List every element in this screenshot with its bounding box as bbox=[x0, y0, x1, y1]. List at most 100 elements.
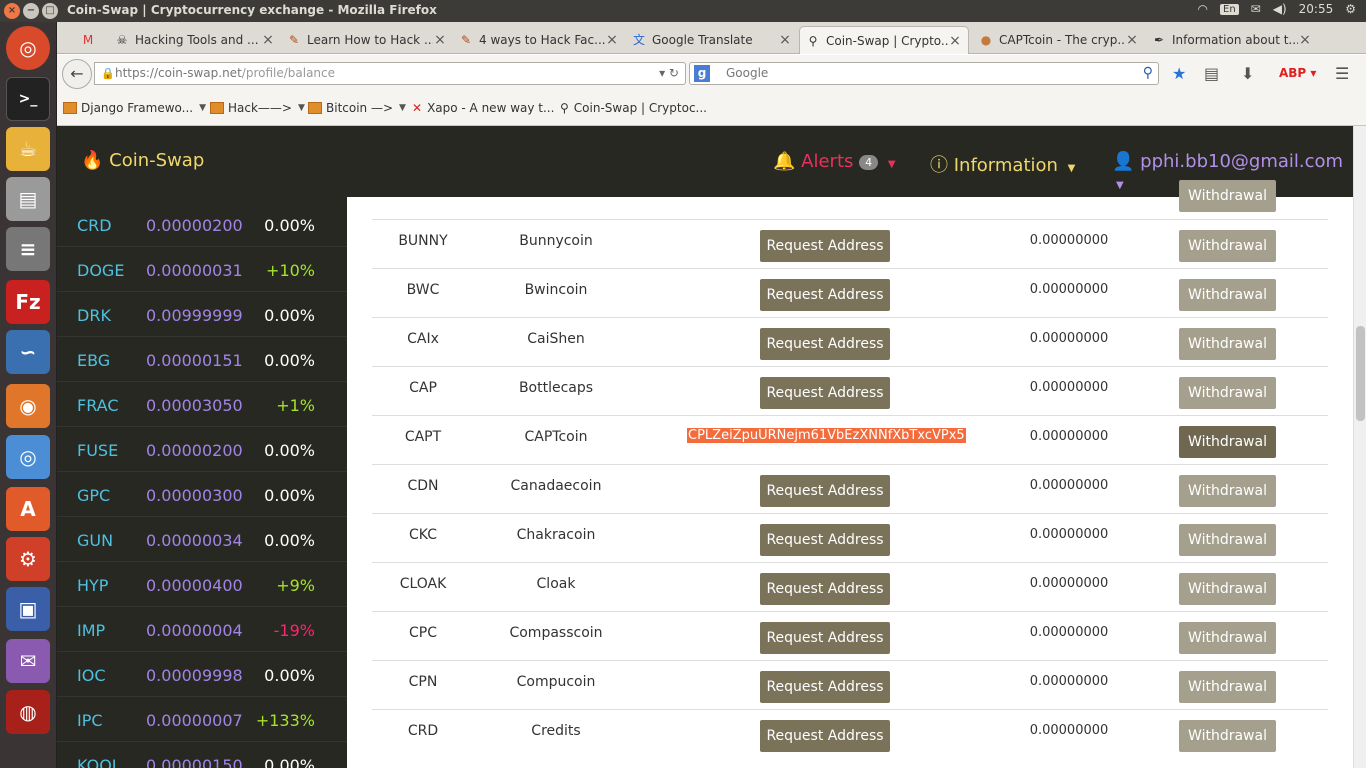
ticker-row[interactable]: EBG 0.00000151 0.00% bbox=[57, 337, 347, 382]
back-button[interactable]: ← bbox=[62, 59, 92, 89]
reading-list-icon[interactable]: ▤ bbox=[1204, 64, 1219, 83]
reload-icon[interactable]: ▾ ↻ bbox=[659, 63, 679, 84]
ticker-row[interactable]: HYP 0.00000400 +9% bbox=[57, 562, 347, 607]
terminal-icon[interactable]: >_ bbox=[6, 77, 50, 121]
scrollbar-thumb[interactable] bbox=[1356, 326, 1365, 421]
ticker-row[interactable]: FRAC 0.00003050 +1% bbox=[57, 382, 347, 427]
tab-learn-hack[interactable]: ✎ Learn How to Hack ... × bbox=[287, 26, 447, 54]
close-icon[interactable]: × bbox=[778, 32, 792, 48]
software-center-icon[interactable]: A bbox=[6, 487, 50, 531]
request-address-button[interactable]: Request Address bbox=[760, 279, 890, 311]
window-maximize-button[interactable]: □ bbox=[42, 3, 58, 19]
close-icon[interactable]: × bbox=[948, 33, 962, 49]
ticker-row[interactable]: IMP 0.00000004 -19% bbox=[57, 607, 347, 652]
tab-gmail[interactable]: M bbox=[81, 26, 101, 54]
search-bar[interactable]: g Google ⚲ bbox=[689, 62, 1159, 85]
window-minimize-button[interactable]: − bbox=[23, 3, 39, 19]
menu-icon[interactable]: ☰ bbox=[1335, 64, 1349, 83]
ticker-row[interactable]: KOOL 0.00000150 0.00% bbox=[57, 742, 347, 768]
tab-coin-swap[interactable]: ⚲ Coin-Swap | Crypto... × bbox=[799, 26, 969, 54]
request-address-button[interactable]: Request Address bbox=[760, 230, 890, 262]
close-icon[interactable]: × bbox=[605, 32, 619, 48]
tab-information[interactable]: ✒ Information about t... × bbox=[1152, 26, 1312, 54]
ticker-row[interactable]: FUSE 0.00000200 0.00% bbox=[57, 427, 347, 472]
table-row: CDN Canadaecoin Request Address 0.00000000 W… bbox=[372, 464, 1328, 513]
tab-google-translate[interactable]: 文 Google Translate × bbox=[632, 26, 792, 54]
app-icon[interactable]: ◍ bbox=[6, 690, 50, 734]
request-address-button[interactable]: Request Address bbox=[760, 720, 890, 752]
withdrawal-button[interactable]: Withdrawal bbox=[1179, 720, 1276, 752]
withdrawal-button[interactable]: Withdrawal bbox=[1179, 524, 1276, 556]
bookmark-folder-hack[interactable]: Hack——> ▼ bbox=[210, 101, 305, 115]
window-close-button[interactable]: × bbox=[4, 3, 20, 19]
disk-icon[interactable]: ≡ bbox=[6, 227, 50, 271]
lock-icon[interactable]: 🔒 bbox=[101, 63, 115, 84]
ticker-row[interactable]: IPC 0.00000007 +133% bbox=[57, 697, 347, 742]
close-icon[interactable]: × bbox=[261, 32, 275, 48]
withdrawal-button[interactable]: Withdrawal bbox=[1179, 279, 1276, 311]
wifi-icon[interactable]: ◠ bbox=[1198, 2, 1208, 16]
ticker-row[interactable]: GUN 0.00000034 0.00% bbox=[57, 517, 347, 562]
google-icon[interactable]: g bbox=[694, 65, 710, 82]
download-icon[interactable]: ⬇ bbox=[1241, 64, 1254, 83]
virtualbox-icon[interactable]: ▣ bbox=[6, 587, 50, 631]
withdrawal-button[interactable]: Withdrawal bbox=[1179, 328, 1276, 360]
gear-icon[interactable]: ⚙ bbox=[1345, 2, 1356, 16]
coin-name: CaiShen bbox=[527, 331, 585, 347]
request-address-button[interactable]: Request Address bbox=[760, 573, 890, 605]
firefox-icon[interactable]: ◉ bbox=[6, 384, 50, 428]
brand-link[interactable]: 🔥 Coin-Swap bbox=[81, 150, 204, 171]
withdrawal-button[interactable]: Withdrawal bbox=[1179, 230, 1276, 262]
withdrawal-button[interactable]: Withdrawal bbox=[1179, 377, 1276, 409]
withdrawal-button[interactable]: Withdrawal bbox=[1179, 180, 1276, 212]
ubuntu-logo-icon[interactable]: ◎ bbox=[6, 26, 50, 70]
bookmark-coin-swap[interactable]: ⚲ Coin-Swap | Cryptoc... bbox=[560, 101, 707, 115]
withdrawal-button[interactable]: Withdrawal bbox=[1179, 573, 1276, 605]
withdrawal-button[interactable]: Withdrawal bbox=[1179, 426, 1276, 458]
request-address-button[interactable]: Request Address bbox=[760, 377, 890, 409]
adblock-icon[interactable]: ABP ▾ bbox=[1279, 66, 1316, 80]
folder-icon bbox=[308, 102, 322, 114]
volume-icon[interactable]: ◀) bbox=[1273, 2, 1287, 16]
tab-4-ways[interactable]: ✎ 4 ways to Hack Fac... × bbox=[459, 26, 619, 54]
deposit-address[interactable]: CPLZeiZpuURNejm61VbEzXNNfXbTxcVPx5 bbox=[687, 428, 966, 443]
withdrawal-button[interactable]: Withdrawal bbox=[1179, 622, 1276, 654]
python-icon[interactable]: ∽ bbox=[6, 330, 50, 374]
request-address-button[interactable]: Request Address bbox=[760, 671, 890, 703]
pidgin-icon[interactable]: ✉ bbox=[6, 639, 50, 683]
close-icon[interactable]: × bbox=[1298, 32, 1312, 48]
ticker-row[interactable]: DRK 0.00999999 0.00% bbox=[57, 292, 347, 337]
filezilla-icon[interactable]: Fz bbox=[6, 280, 50, 324]
alerts-menu[interactable]: 🔔 Alerts 4 ▼ bbox=[773, 151, 896, 172]
settings-icon[interactable]: ⚙ bbox=[6, 537, 50, 581]
file-manager-icon[interactable]: ▤ bbox=[6, 177, 50, 221]
ticker-row[interactable]: CRD 0.00000200 0.00% bbox=[57, 202, 347, 247]
request-address-button[interactable]: Request Address bbox=[760, 328, 890, 360]
mail-icon[interactable]: ✉ bbox=[1251, 2, 1261, 16]
request-address-button[interactable]: Request Address bbox=[760, 475, 890, 507]
ticker-row[interactable]: GPC 0.00000300 0.00% bbox=[57, 472, 347, 517]
page-scrollbar[interactable] bbox=[1353, 126, 1366, 768]
search-icon[interactable]: ⚲ bbox=[1143, 63, 1153, 84]
withdrawal-button[interactable]: Withdrawal bbox=[1179, 475, 1276, 507]
keyboard-layout[interactable]: En bbox=[1220, 3, 1239, 15]
ticker-price: 0.00000300 bbox=[146, 486, 243, 505]
market-ticker: CRD 0.00000200 0.00% DOGE 0.00000031 +10% DRK 0… bbox=[57, 197, 347, 768]
close-icon[interactable]: × bbox=[433, 32, 447, 48]
request-address-button[interactable]: Request Address bbox=[760, 524, 890, 556]
tab-hacking-tools[interactable]: ☠ Hacking Tools and ... × bbox=[115, 26, 275, 54]
bookmark-folder-django[interactable]: Django Framewo... ▼ bbox=[63, 101, 206, 115]
bookmark-star-icon[interactable]: ★ bbox=[1172, 64, 1186, 83]
bookmark-xapo[interactable]: ✕ Xapo - A new way t... bbox=[412, 101, 554, 115]
ticker-row[interactable]: DOGE 0.00000031 +10% bbox=[57, 247, 347, 292]
clock[interactable]: 20:55 bbox=[1299, 2, 1334, 16]
withdrawal-button[interactable]: Withdrawal bbox=[1179, 671, 1276, 703]
bookmark-folder-bitcoin[interactable]: Bitcoin —> ▼ bbox=[308, 101, 406, 115]
url-bar[interactable]: 🔒 https://coin-swap.net/profile/balance … bbox=[94, 62, 686, 85]
ticker-row[interactable]: IOC 0.00009998 0.00% bbox=[57, 652, 347, 697]
request-address-button[interactable]: Request Address bbox=[760, 622, 890, 654]
teapot-icon[interactable]: ☕ bbox=[6, 127, 50, 171]
chromium-icon[interactable]: ◎ bbox=[6, 435, 50, 479]
tab-captcoin[interactable]: ● CAPTcoin - The cryp... × bbox=[979, 26, 1139, 54]
close-icon[interactable]: × bbox=[1125, 32, 1139, 48]
